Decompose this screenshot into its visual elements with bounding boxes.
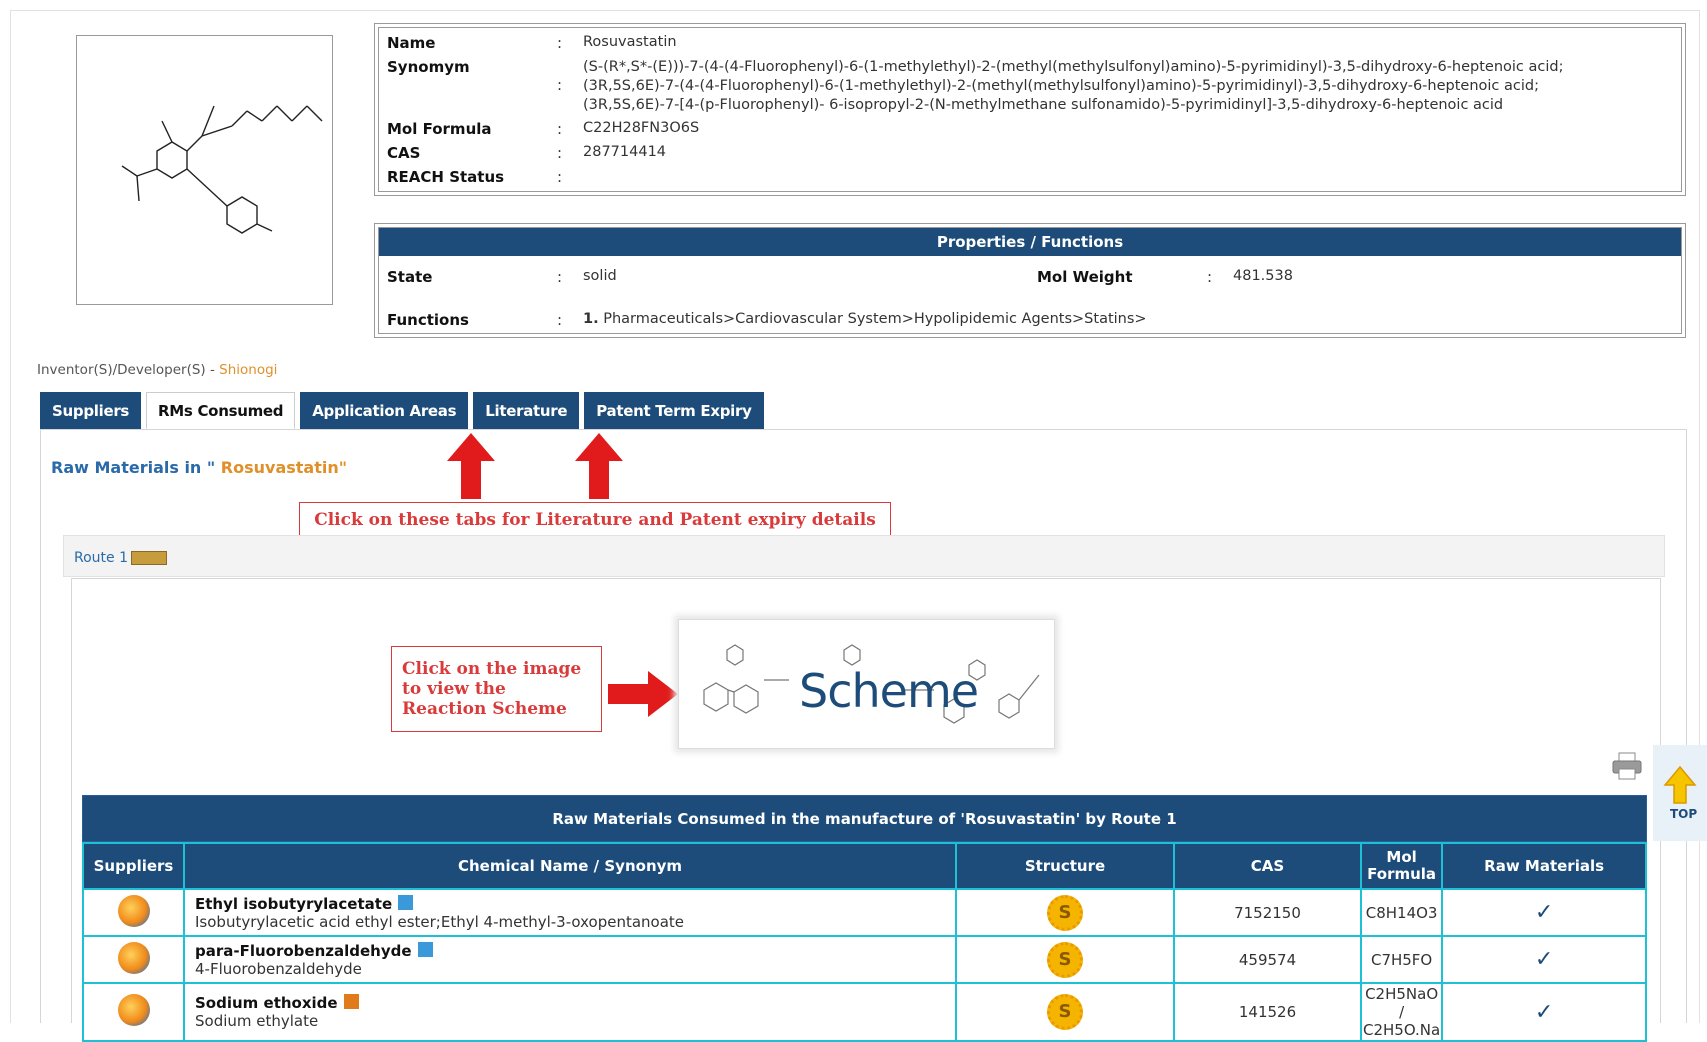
inventor-label: Inventor(S)/Developer(S) - — [37, 362, 220, 378]
col-header-structure: Structure — [955, 842, 1175, 890]
function-index: 1. — [583, 311, 599, 327]
table-row: para-Fluorobenzaldehyde 4-Fluorobenzalde… — [82, 935, 1647, 984]
suppliers-globe-icon[interactable] — [117, 941, 150, 974]
chemical-synonym: Isobutyrylacetic acid ethyl ester;Ethyl … — [195, 912, 685, 931]
image-annotation-note: Click on the image to view the Reaction … — [391, 646, 602, 732]
print-icon[interactable] — [1612, 752, 1642, 780]
suppliers-globe-icon[interactable] — [117, 994, 150, 1026]
mol-formula: C22H28FN3O6S — [583, 120, 700, 136]
compound-name: Rosuvastatin — [583, 34, 677, 50]
route-badge-icon — [131, 551, 167, 565]
tab-suppliers[interactable]: Suppliers — [40, 392, 142, 429]
col-header-raw-materials: Raw Materials — [1441, 842, 1647, 890]
cas-cell: 141526 — [1173, 982, 1362, 1042]
back-to-top-button[interactable]: TOP — [1653, 745, 1707, 841]
formula-cell: C7H5FO — [1359, 935, 1444, 984]
inventor-link[interactable]: Shionogi — [219, 362, 277, 378]
name-label: Name — [387, 34, 436, 52]
cas-number: 287714414 — [583, 144, 667, 160]
raw-materials-table: Raw Materials Consumed in the manufactur… — [82, 795, 1647, 1042]
flag-icon — [343, 994, 359, 1009]
reach-label: REACH Status — [387, 168, 505, 186]
chemical-name[interactable]: Ethyl isobutyrylacetate — [195, 895, 392, 913]
formula-cell: C2H5NaO / C2H5O.Na — [1359, 982, 1444, 1042]
function-path[interactable]: Pharmaceuticals>Cardiovascular System>Hy… — [603, 311, 1146, 327]
synonym-item: (S-(R*,S*-(E)))-7-(4-(4-Fluorophenyl)-6-… — [583, 59, 1564, 75]
tab-application-areas[interactable]: Application Areas — [300, 392, 469, 429]
col-header-cas: CAS — [1173, 842, 1362, 890]
synonym-item: (3R,5S,6E)-7-(4-(4-Fluorophenyl)-6-(1-me… — [583, 78, 1539, 94]
functions-label: Functions — [387, 311, 469, 329]
raw-materials-title: Raw Materials in " Rosuvastatin" — [51, 458, 348, 477]
flag-icon — [417, 941, 433, 957]
arrow-right-icon — [608, 671, 678, 717]
structure-icon[interactable]: S — [1047, 994, 1083, 1030]
check-icon[interactable]: ✓ — [1535, 947, 1553, 972]
properties-box: Properties / Functions State : solid Mol… — [374, 223, 1686, 338]
properties-heading: Properties / Functions — [379, 228, 1681, 256]
col-header-chemical-name: Chemical Name / Synonym — [183, 842, 957, 890]
arrow-up-icon — [575, 433, 623, 499]
route-tab[interactable]: Route 1 — [74, 550, 167, 566]
tab-patent-term-expiry[interactable]: Patent Term Expiry — [584, 392, 764, 429]
compound-info-box: Name : Rosuvastatin Synomym : (S-(R*,S*-… — [374, 23, 1686, 196]
chemical-name[interactable]: Sodium ethoxide — [195, 994, 338, 1012]
arrow-up-icon — [447, 433, 495, 499]
check-icon[interactable]: ✓ — [1535, 900, 1553, 925]
check-icon[interactable]: ✓ — [1535, 1000, 1553, 1025]
molecule-structure-image — [76, 35, 333, 305]
tab-bar: Suppliers RMs Consumed Application Areas… — [40, 392, 764, 429]
state-label: State — [387, 268, 433, 286]
suppliers-globe-icon[interactable] — [117, 894, 150, 927]
synonym-item: (3R,5S,6E)-7-[4-(p-Fluorophenyl)- 6-isop… — [583, 97, 1504, 113]
cas-cell: 7152150 — [1173, 888, 1362, 937]
table-row: Sodium ethoxide Sodium ethylate S 141526… — [82, 982, 1647, 1042]
chemical-name[interactable]: para-Fluorobenzaldehyde — [195, 942, 412, 960]
synonym-list: (S-(R*,S*-(E)))-7-(4-(4-Fluorophenyl)-6-… — [583, 58, 1564, 115]
synonym-label: Synomym — [387, 58, 470, 76]
inventor-line: Inventor(S)/Developer(S) - Shionogi — [37, 362, 277, 378]
structure-icon[interactable]: S — [1047, 941, 1083, 978]
col-header-suppliers: Suppliers — [82, 842, 185, 890]
state-value: solid — [583, 268, 617, 284]
cas-label: CAS — [387, 144, 421, 162]
cas-cell: 459574 — [1173, 935, 1362, 984]
chemical-synonym: 4-Fluorobenzaldehyde — [195, 959, 362, 978]
arrow-up-icon — [1663, 765, 1697, 804]
scheme-label: Scheme — [799, 664, 979, 718]
top-label: TOP — [1670, 807, 1698, 821]
reaction-scheme-thumbnail[interactable]: Scheme — [678, 619, 1055, 749]
chemical-synonym: Sodium ethylate — [195, 1012, 319, 1030]
table-caption: Raw Materials Consumed in the manufactur… — [82, 795, 1647, 842]
table-row: Ethyl isobutyrylacetate Isobutyrylacetic… — [82, 888, 1647, 937]
formula-cell: C8H14O3 — [1359, 888, 1444, 937]
route-bar: Route 1 — [63, 535, 1665, 577]
formula-label: Mol Formula — [387, 120, 492, 138]
mol-weight-value: 481.538 — [1233, 268, 1293, 284]
col-header-mol-formula: Mol Formula — [1359, 842, 1444, 890]
tab-rms-consumed[interactable]: RMs Consumed — [146, 392, 296, 429]
tabs-annotation-note: Click on these tabs for Literature and P… — [299, 502, 891, 539]
flag-icon — [398, 894, 414, 910]
mol-weight-label: Mol Weight — [1037, 268, 1133, 286]
structure-icon[interactable]: S — [1047, 894, 1083, 931]
tab-literature[interactable]: Literature — [473, 392, 580, 429]
